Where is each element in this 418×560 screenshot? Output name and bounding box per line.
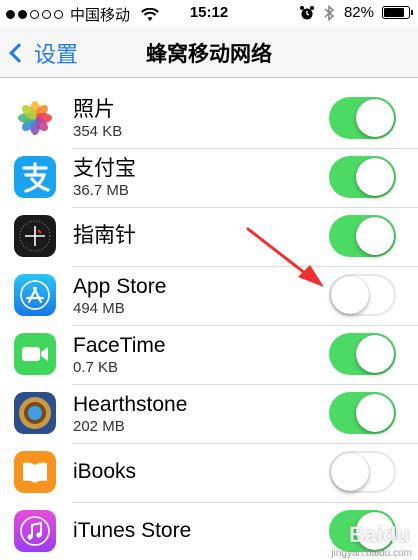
app-name: 支付宝 xyxy=(73,157,136,180)
bluetooth-icon xyxy=(324,4,335,21)
app-info: 支付宝 36.7 MB xyxy=(73,156,136,200)
list-item: 照片 354 KB xyxy=(0,90,418,149)
status-right: 82% xyxy=(299,4,413,21)
list-item: iBooks xyxy=(0,444,418,503)
navigation-bar: 设置 蜂窝移动网络 xyxy=(0,26,418,78)
app-name: iTunes Store xyxy=(73,519,192,542)
ibooks-icon xyxy=(14,451,56,493)
alarm-icon xyxy=(299,5,314,19)
itunes-store-icon xyxy=(14,510,56,552)
app-info: FaceTime 0.7 KB xyxy=(73,333,166,377)
compass-icon xyxy=(14,215,56,257)
cellular-data-toggle[interactable] xyxy=(329,333,396,375)
app-data-usage: 494 MB xyxy=(73,300,125,317)
annotation-arrow-icon xyxy=(246,227,324,287)
app-name: 指南针 xyxy=(73,224,136,247)
app-name: iBooks xyxy=(73,460,137,483)
app-info: iBooks xyxy=(73,459,136,485)
facetime-icon xyxy=(14,333,56,375)
app-info: App Store 494 MB xyxy=(73,274,166,318)
app-store-icon xyxy=(14,274,56,316)
cellular-data-toggle[interactable] xyxy=(329,451,396,493)
status-bar: 中国移动 15:12 82% xyxy=(0,0,418,26)
battery-icon xyxy=(382,6,413,19)
cellular-data-toggle[interactable] xyxy=(329,97,396,139)
app-data-usage: 354 KB xyxy=(73,123,123,140)
list-item: FaceTime 0.7 KB xyxy=(0,326,418,385)
app-info: 照片 354 KB xyxy=(73,97,122,141)
app-name: App Store xyxy=(73,275,167,298)
app-data-usage: 36.7 MB xyxy=(73,182,129,199)
hearthstone-icon xyxy=(14,392,56,434)
app-data-usage: 0.7 KB xyxy=(73,359,119,376)
page-title: 蜂窝移动网络 xyxy=(146,43,272,66)
battery-percent: 82% xyxy=(343,4,374,21)
alipay-icon xyxy=(14,156,56,198)
app-info: iTunes Store xyxy=(73,518,191,544)
app-name: FaceTime xyxy=(73,334,166,357)
list-item: Hearthstone 202 MB xyxy=(0,385,418,444)
photos-icon xyxy=(14,97,56,139)
watermark-logo: Baidu xyxy=(348,522,410,547)
screen: 中国移动 15:12 82% 设置 蜂窝移动网络 照片 354 KB 支付宝 3… xyxy=(0,0,418,560)
app-data-usage: 202 MB xyxy=(73,418,125,435)
app-info: Hearthstone 202 MB xyxy=(73,392,187,436)
cellular-data-toggle[interactable] xyxy=(329,156,396,198)
watermark-text: jingyan.baidu.com xyxy=(331,548,412,559)
list-item: 指南针 xyxy=(0,208,418,267)
cellular-data-toggle[interactable] xyxy=(329,392,396,434)
list-item: App Store 494 MB xyxy=(0,267,418,326)
cellular-apps-list: 照片 354 KB 支付宝 36.7 MB 指南针 App Store 494 … xyxy=(0,78,418,560)
app-name: 照片 xyxy=(73,98,115,121)
app-info: 指南针 xyxy=(73,223,136,249)
list-item: 支付宝 36.7 MB xyxy=(0,149,418,208)
app-name: Hearthstone xyxy=(73,393,188,416)
